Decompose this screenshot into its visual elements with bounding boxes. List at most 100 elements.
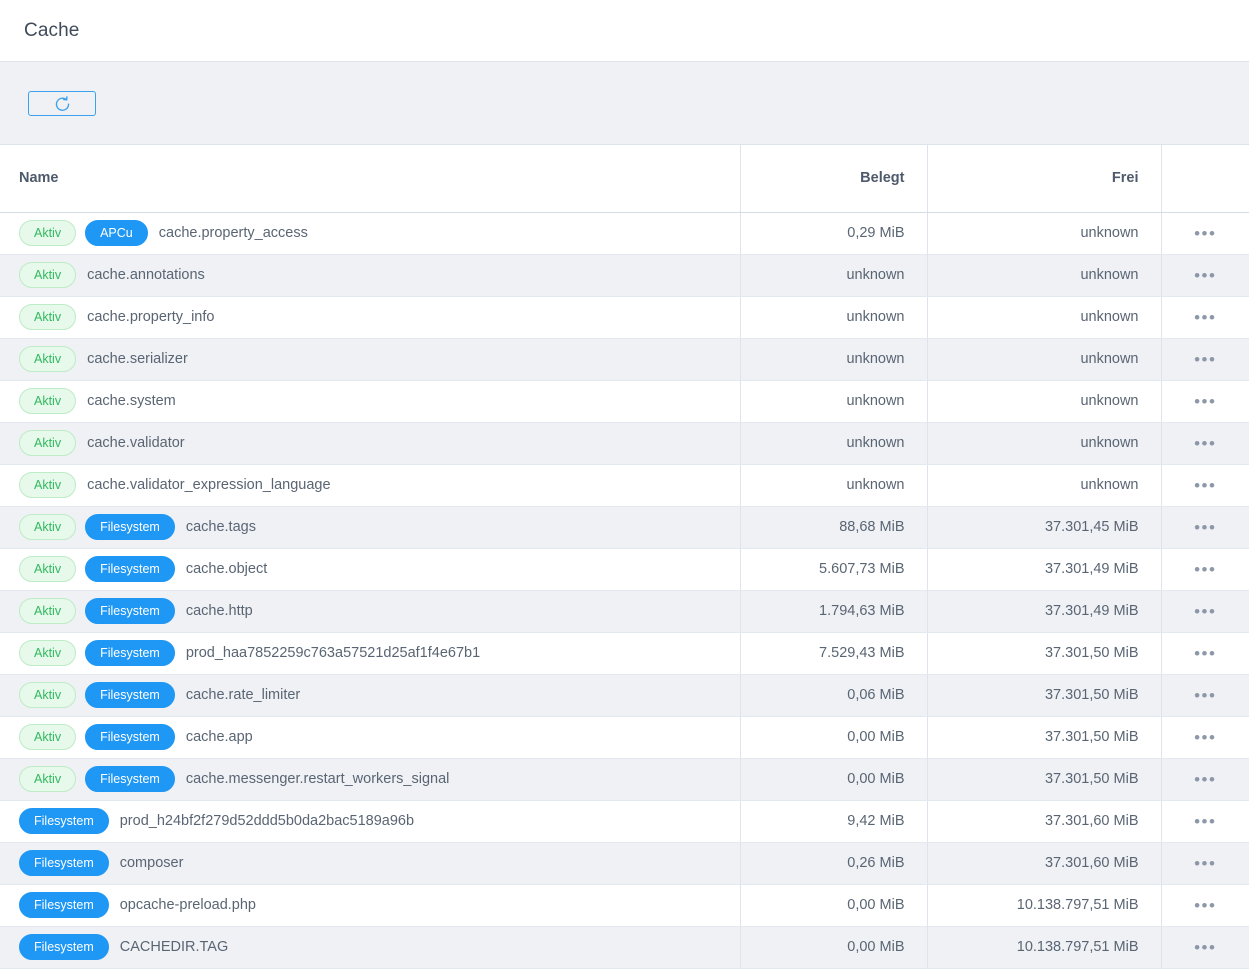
page-header: Cache bbox=[0, 0, 1249, 62]
cache-name-label: composer bbox=[119, 855, 184, 871]
row-menu-icon[interactable]: ••• bbox=[1188, 850, 1222, 876]
cell-free: unknown bbox=[927, 212, 1162, 255]
table-row[interactable]: Aktiv Filesystem cache.http 1.794,63 MiB 37.… bbox=[0, 590, 1249, 633]
table-row[interactable]: Filesystem opcache-preload.php 0,00 MiB 10.… bbox=[0, 884, 1249, 927]
cell-name: Aktiv Filesystem prod_haa7852259c763a57521… bbox=[0, 632, 741, 675]
cell-actions: ••• bbox=[1161, 464, 1249, 507]
cell-used: 1.794,63 MiB bbox=[740, 590, 928, 633]
refresh-button[interactable] bbox=[28, 90, 96, 116]
cell-name: Aktiv cache.serializer bbox=[0, 338, 741, 381]
status-badge: Aktiv bbox=[19, 472, 77, 498]
cache-name-label: opcache-preload.php bbox=[119, 897, 256, 913]
row-menu-icon[interactable]: ••• bbox=[1188, 808, 1222, 834]
cache-name-label: cache.system bbox=[87, 393, 176, 409]
table-body: Aktiv APCu cache.property_access 0,29 MiB un… bbox=[0, 212, 1249, 969]
table-row[interactable]: Aktiv cache.validator unknown unknown ••• bbox=[0, 422, 1249, 465]
cell-used: 0,00 MiB bbox=[740, 716, 928, 759]
row-menu-icon[interactable]: ••• bbox=[1188, 388, 1222, 414]
row-menu-icon[interactable]: ••• bbox=[1188, 556, 1222, 582]
cache-name-label: cache.object bbox=[185, 561, 268, 577]
table-row[interactable]: Aktiv Filesystem cache.messenger.restart_w… bbox=[0, 758, 1249, 801]
pool-badge: Filesystem bbox=[85, 724, 175, 750]
cell-name: Aktiv APCu cache.property_access bbox=[0, 212, 741, 255]
row-menu-icon[interactable]: ••• bbox=[1188, 262, 1222, 288]
row-menu-icon[interactable]: ••• bbox=[1188, 892, 1222, 918]
status-badge: Aktiv bbox=[19, 640, 77, 666]
row-menu-icon[interactable]: ••• bbox=[1188, 346, 1222, 372]
cache-name-label: CACHEDIR.TAG bbox=[119, 939, 229, 955]
cell-free: 37.301,50 MiB bbox=[927, 758, 1162, 801]
cache-name-label: cache.app bbox=[185, 729, 253, 745]
name-cell: Aktiv Filesystem cache.app bbox=[19, 724, 730, 750]
cache-name-label: cache.validator_expression_language bbox=[87, 477, 331, 493]
row-menu-icon[interactable]: ••• bbox=[1188, 430, 1222, 456]
table-row[interactable]: Aktiv cache.validator_expression_language… bbox=[0, 464, 1249, 507]
cell-actions: ••• bbox=[1161, 506, 1249, 549]
name-cell: Aktiv APCu cache.property_access bbox=[19, 220, 730, 246]
table-row[interactable]: Aktiv Filesystem cache.rate_limiter 0,06 Mi… bbox=[0, 674, 1249, 717]
cell-name: Aktiv cache.validator bbox=[0, 422, 741, 465]
cache-name-label: cache.annotations bbox=[87, 267, 205, 283]
cache-name-label: cache.property_access bbox=[158, 225, 308, 241]
pool-badge: Filesystem bbox=[19, 850, 109, 876]
table-row[interactable]: Filesystem prod_h24bf2f279d52ddd5b0da2bac… bbox=[0, 800, 1249, 843]
column-header-name[interactable]: Name bbox=[0, 145, 741, 213]
cell-used: unknown bbox=[740, 464, 928, 507]
row-menu-icon[interactable]: ••• bbox=[1188, 304, 1222, 330]
table-row[interactable]: Aktiv cache.system unknown unknown ••• bbox=[0, 380, 1249, 423]
table-row[interactable]: Filesystem CACHEDIR.TAG 0,00 MiB 10.138.797… bbox=[0, 926, 1249, 969]
cell-actions: ••• bbox=[1161, 674, 1249, 717]
cell-name: Filesystem opcache-preload.php bbox=[0, 884, 741, 927]
cell-name: Aktiv Filesystem cache.rate_limiter bbox=[0, 674, 741, 717]
cell-free: unknown bbox=[927, 254, 1162, 297]
table-row[interactable]: Aktiv Filesystem cache.app 0,00 MiB 37.301,5… bbox=[0, 716, 1249, 759]
cell-name: Aktiv cache.property_info bbox=[0, 296, 741, 339]
row-menu-icon[interactable]: ••• bbox=[1188, 472, 1222, 498]
cell-used: 9,42 MiB bbox=[740, 800, 928, 843]
row-menu-icon[interactable]: ••• bbox=[1188, 934, 1222, 960]
cell-used: unknown bbox=[740, 380, 928, 423]
cell-free: unknown bbox=[927, 464, 1162, 507]
row-menu-icon[interactable]: ••• bbox=[1188, 640, 1222, 666]
row-menu-icon[interactable]: ••• bbox=[1188, 514, 1222, 540]
page-title: Cache bbox=[24, 19, 80, 41]
cell-name: Aktiv Filesystem cache.http bbox=[0, 590, 741, 633]
table-row[interactable]: Aktiv Filesystem cache.tags 88,68 MiB 37.301… bbox=[0, 506, 1249, 549]
cell-used: 7.529,43 MiB bbox=[740, 632, 928, 675]
row-menu-icon[interactable]: ••• bbox=[1188, 598, 1222, 624]
name-cell: Aktiv cache.serializer bbox=[19, 346, 730, 372]
cell-free: 37.301,60 MiB bbox=[927, 842, 1162, 885]
row-menu-icon[interactable]: ••• bbox=[1188, 766, 1222, 792]
column-header-used[interactable]: Belegt bbox=[740, 145, 928, 213]
cell-name: Filesystem prod_h24bf2f279d52ddd5b0da2bac… bbox=[0, 800, 741, 843]
cell-free: unknown bbox=[927, 296, 1162, 339]
status-badge: Aktiv bbox=[19, 682, 77, 708]
status-badge: Aktiv bbox=[19, 346, 77, 372]
refresh-ccw-icon bbox=[54, 95, 71, 112]
table-row[interactable]: Aktiv cache.serializer unknown unknown ••• bbox=[0, 338, 1249, 381]
cell-actions: ••• bbox=[1161, 800, 1249, 843]
pool-badge: Filesystem bbox=[85, 682, 175, 708]
cache-name-label: cache.validator bbox=[87, 435, 185, 451]
cell-actions: ••• bbox=[1161, 338, 1249, 381]
table-header: Name Belegt Frei bbox=[0, 145, 1249, 213]
row-menu-icon[interactable]: ••• bbox=[1188, 220, 1222, 246]
table-row[interactable]: Aktiv cache.property_info unknown unknown ••… bbox=[0, 296, 1249, 339]
cell-actions: ••• bbox=[1161, 884, 1249, 927]
table-row[interactable]: Aktiv cache.annotations unknown unknown ••• bbox=[0, 254, 1249, 297]
cell-used: unknown bbox=[740, 254, 928, 297]
cell-free: unknown bbox=[927, 422, 1162, 465]
table-row[interactable]: Aktiv Filesystem cache.object 5.607,73 MiB 3… bbox=[0, 548, 1249, 591]
column-header-free[interactable]: Frei bbox=[927, 145, 1162, 213]
row-menu-icon[interactable]: ••• bbox=[1188, 724, 1222, 750]
column-header-actions bbox=[1161, 145, 1249, 213]
cell-actions: ••• bbox=[1161, 926, 1249, 969]
name-cell: Aktiv Filesystem prod_haa7852259c763a57521… bbox=[19, 640, 730, 666]
table-row[interactable]: Aktiv Filesystem prod_haa7852259c763a57521… bbox=[0, 632, 1249, 675]
table-row[interactable]: Aktiv APCu cache.property_access 0,29 MiB un… bbox=[0, 212, 1249, 255]
name-cell: Aktiv Filesystem cache.http bbox=[19, 598, 730, 624]
cache-name-label: cache.rate_limiter bbox=[185, 687, 301, 703]
table-row[interactable]: Filesystem composer 0,26 MiB 37.301,60 MiB •… bbox=[0, 842, 1249, 885]
row-menu-icon[interactable]: ••• bbox=[1188, 682, 1222, 708]
status-badge: Aktiv bbox=[19, 514, 77, 540]
